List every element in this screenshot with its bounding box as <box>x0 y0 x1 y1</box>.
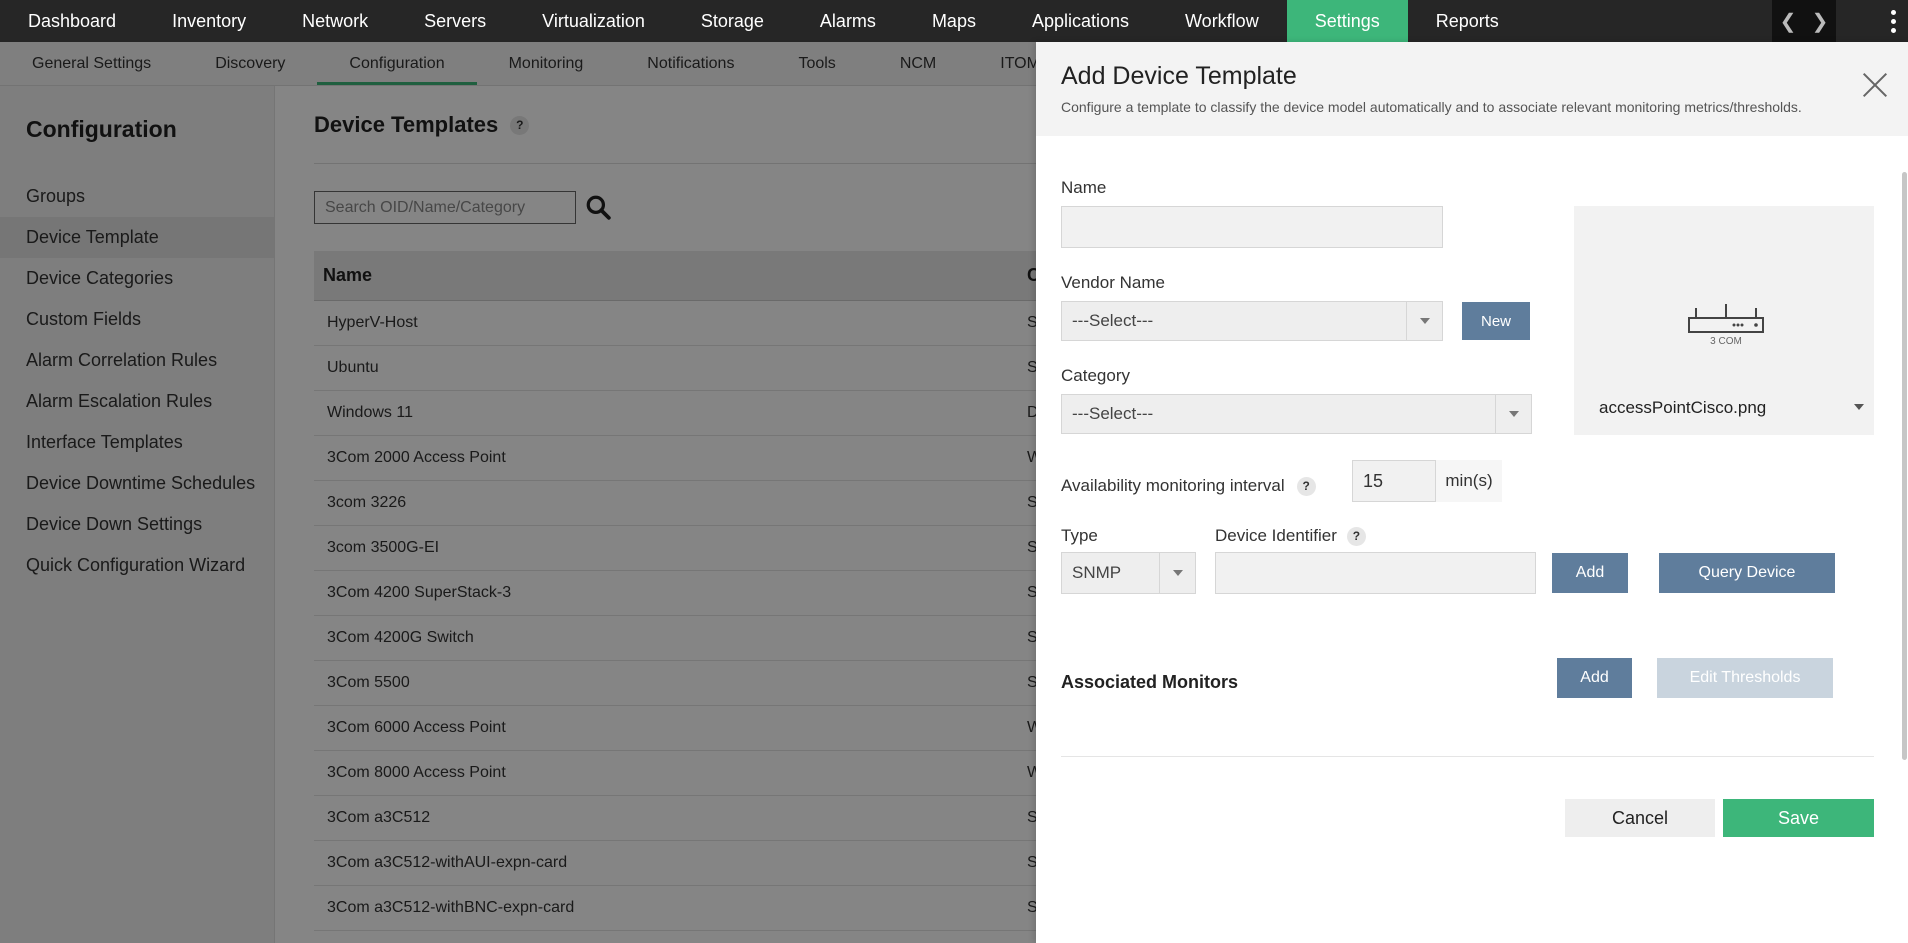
device-identifier-label-row: Device Identifier ? <box>1215 526 1366 546</box>
query-device-button[interactable]: Query Device <box>1659 553 1835 593</box>
top-navigation-bar: Dashboard Inventory Network Servers Virt… <box>0 0 1908 42</box>
category-label: Category <box>1061 366 1130 385</box>
associated-monitors-title: Associated Monitors <box>1061 672 1239 692</box>
vendor-name-label: Vendor Name <box>1061 273 1165 292</box>
device-image-panel: 3 COM accessPointCisco.png <box>1574 206 1874 435</box>
vendor-name-select[interactable]: ---Select--- <box>1061 301 1443 341</box>
add-device-template-drawer: Add Device Template Configure a template… <box>1036 42 1908 943</box>
drawer-description: Configure a template to classify the dev… <box>1061 99 1802 115</box>
new-vendor-button[interactable]: New <box>1462 302 1530 340</box>
access-point-device-icon: 3 COM <box>1688 304 1764 346</box>
nav-settings[interactable]: Settings <box>1286 0 1408 42</box>
add-identifier-button[interactable]: Add <box>1552 553 1628 593</box>
interval-unit: min(s) <box>1436 460 1502 502</box>
nav-workflow[interactable]: Workflow <box>1157 0 1287 42</box>
name-label: Name <box>1061 178 1107 197</box>
type-value: SNMP <box>1072 563 1122 582</box>
interval-label-row: Availability monitoring interval ? <box>1061 476 1316 496</box>
category-value: ---Select--- <box>1072 404 1154 423</box>
nav-network[interactable]: Network <box>274 0 396 42</box>
chevron-right-icon[interactable]: ❯ <box>1812 9 1829 34</box>
chevron-left-icon[interactable]: ❮ <box>1780 9 1797 34</box>
category-select[interactable]: ---Select--- <box>1061 394 1532 434</box>
chevron-down-icon <box>1495 395 1531 433</box>
nav-dashboard[interactable]: Dashboard <box>0 0 144 42</box>
nav-scroll-arrows: ❮ ❯ <box>1772 0 1836 42</box>
help-icon[interactable]: ? <box>1296 476 1316 496</box>
vendor-name-value: ---Select--- <box>1072 311 1154 330</box>
nav-servers[interactable]: Servers <box>396 0 514 42</box>
nav-reports[interactable]: Reports <box>1408 0 1527 42</box>
type-select[interactable]: SNMP <box>1061 552 1196 594</box>
scrollbar-thumb[interactable] <box>1902 172 1907 760</box>
nav-alarms[interactable]: Alarms <box>792 0 904 42</box>
drawer-scrollbar[interactable] <box>1900 160 1908 760</box>
device-identifier-field[interactable] <box>1215 552 1536 594</box>
chevron-down-icon <box>1406 302 1442 340</box>
image-file-name[interactable]: accessPointCisco.png <box>1599 398 1766 418</box>
interval-label: Availability monitoring interval <box>1061 476 1285 495</box>
save-button[interactable]: Save <box>1723 799 1874 837</box>
edit-thresholds-button: Edit Thresholds <box>1657 658 1833 698</box>
help-icon[interactable]: ? <box>1346 526 1366 546</box>
add-monitor-button[interactable]: Add <box>1557 658 1632 698</box>
nav-inventory[interactable]: Inventory <box>144 0 274 42</box>
modal-backdrop[interactable] <box>0 42 1036 943</box>
nav-maps[interactable]: Maps <box>904 0 1004 42</box>
drawer-header: Add Device Template Configure a template… <box>1036 42 1908 136</box>
nav-applications[interactable]: Applications <box>1004 0 1157 42</box>
device-identifier-label: Device Identifier <box>1215 526 1337 545</box>
interval-input[interactable]: 15 <box>1352 460 1436 502</box>
close-icon[interactable] <box>1862 72 1888 98</box>
chevron-down-icon <box>1159 553 1195 593</box>
cancel-button[interactable]: Cancel <box>1565 799 1715 837</box>
name-field[interactable] <box>1061 206 1443 248</box>
chevron-down-icon[interactable] <box>1854 404 1864 410</box>
nav-virtualization[interactable]: Virtualization <box>514 0 673 42</box>
drawer-title: Add Device Template <box>1061 62 1297 90</box>
more-menu-icon[interactable] <box>1878 0 1908 42</box>
nav-storage[interactable]: Storage <box>673 0 792 42</box>
device-brand-label: 3 COM <box>1710 336 1742 346</box>
type-label: Type <box>1061 526 1098 545</box>
footer-divider <box>1061 756 1874 757</box>
